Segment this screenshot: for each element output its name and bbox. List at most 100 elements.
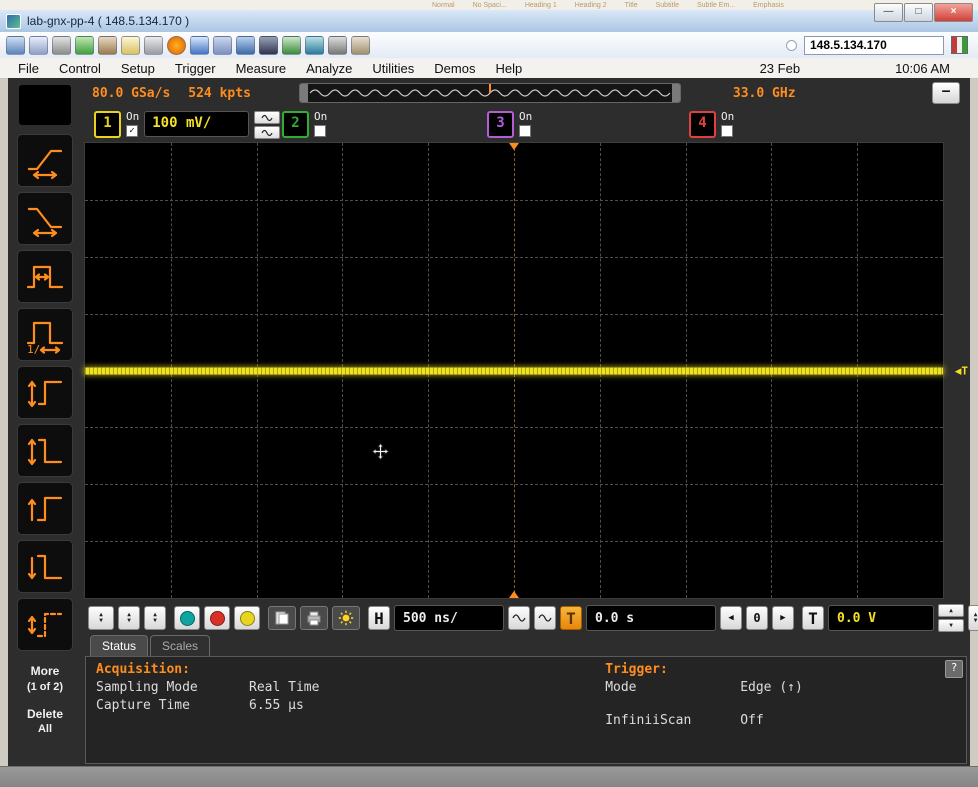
display-icon[interactable] [6, 35, 25, 55]
vertical-position-spinner-2[interactable]: ▲ ▼ [144, 606, 166, 630]
waveform-tool-button-4[interactable]: 1/ [17, 308, 73, 361]
channel-3-on-checkbox[interactable] [519, 125, 531, 138]
word-style-item[interactable]: No Spaci... [473, 2, 507, 9]
ip-address-input[interactable] [804, 35, 944, 55]
printer-icon[interactable] [144, 35, 163, 55]
help-button[interactable]: ? [945, 660, 963, 678]
rise-step-tool-icon [27, 380, 63, 407]
waveform-tool-button-3[interactable] [17, 250, 73, 303]
image-icon[interactable] [351, 35, 370, 55]
trigger-setup-button[interactable]: T [802, 606, 824, 630]
channel-4-on-checkbox[interactable] [721, 125, 733, 138]
delete-all-button[interactable]: Delete All [27, 707, 63, 737]
menu-help[interactable]: Help [485, 61, 532, 76]
brightness-button[interactable] [332, 606, 360, 630]
waveform-zoom-button-1[interactable] [508, 606, 530, 630]
trigger-level-marker[interactable]: ◀T [955, 364, 968, 377]
marker-color-button-yellow[interactable] [234, 606, 260, 630]
word-style-item[interactable]: Normal [432, 2, 455, 9]
waveform-zoom-button-2[interactable] [534, 606, 556, 630]
menu-control[interactable]: Control [49, 61, 111, 76]
scale-down-button[interactable] [254, 126, 281, 139]
marker-color-button-cyan[interactable] [174, 606, 200, 630]
trigger-level-display[interactable]: 0.0 V [828, 605, 934, 631]
word-style-item[interactable]: Emphasis [753, 2, 784, 9]
channel-1-on-checkbox[interactable]: ✓ [126, 125, 138, 138]
channel-1-button[interactable]: 1 [94, 111, 121, 138]
close-button[interactable]: × [934, 3, 973, 22]
save-icon[interactable] [259, 35, 278, 55]
channel-4-button[interactable]: 4 [689, 111, 716, 138]
horizontal-position-display[interactable]: 0.0 s [586, 605, 716, 631]
file-button[interactable] [268, 606, 296, 630]
preview-left-cap[interactable] [299, 84, 308, 102]
waveform-tool-button-2[interactable] [17, 192, 73, 245]
window-titlebar[interactable]: lab-gnx-pp-4 ( 148.5.134.170 ) [0, 10, 978, 33]
scroll-left-button[interactable]: ◀ [720, 606, 742, 630]
fine-adjust-button[interactable]: ▲ ▼ [968, 605, 978, 631]
trigger-level-down-button[interactable]: ▼ [938, 619, 964, 632]
menu-demos[interactable]: Demos [424, 61, 485, 76]
channel-2-button[interactable]: 2 [282, 111, 309, 138]
word-style-item[interactable]: Subtitle [656, 2, 679, 9]
chart-icon[interactable] [190, 35, 209, 55]
layout-icon[interactable] [29, 35, 48, 55]
red-circle-icon [209, 610, 225, 626]
time-reference-button[interactable]: T [560, 606, 582, 630]
menu-setup[interactable]: Setup [111, 61, 165, 76]
monitor-icon[interactable] [236, 35, 255, 55]
word-style-item[interactable]: Heading 1 [525, 2, 557, 9]
trigger-level-up-button[interactable]: ▲ [938, 604, 964, 617]
channel-1-scale-display[interactable]: 100 mV/ [144, 111, 250, 137]
preview-right-cap[interactable] [671, 84, 680, 102]
minimize-graticule-button[interactable]: — [932, 82, 960, 104]
refresh-icon[interactable] [75, 35, 94, 55]
flag-icon[interactable] [305, 35, 324, 55]
rising-edge-tool-icon [27, 496, 63, 521]
marker-color-button-red[interactable] [204, 606, 230, 630]
channel-2-on-checkbox[interactable] [314, 125, 326, 138]
menu-measure[interactable]: Measure [226, 61, 297, 76]
channel-3-on-label: On [519, 110, 533, 123]
scroll-right-button[interactable]: ▶ [772, 606, 794, 630]
minimize-button[interactable]: — [874, 3, 903, 22]
maximize-button[interactable]: □ [904, 3, 933, 22]
graticule[interactable] [84, 142, 944, 599]
vertical-expand-button[interactable]: ▲ ▼ [88, 606, 114, 630]
camera-icon[interactable] [328, 35, 347, 55]
tab-status[interactable]: Status [90, 635, 149, 656]
grid-icon[interactable] [213, 35, 232, 55]
more-tools-button[interactable]: More (1 of 2) [27, 664, 63, 694]
channel-3-button[interactable]: 3 [487, 111, 514, 138]
waveform-tool-button-1[interactable] [17, 134, 73, 187]
print-button[interactable] [300, 606, 328, 630]
menu-analyze[interactable]: Analyze [296, 61, 362, 76]
warning-icon[interactable] [167, 35, 186, 55]
tools-icon[interactable] [98, 35, 117, 55]
mail-icon[interactable] [121, 35, 140, 55]
infiniiscan-row: InfiniiScan Off [605, 713, 803, 728]
timebase-display[interactable]: 500 ns/ [394, 605, 504, 631]
waveform-tool-button-5[interactable] [17, 366, 73, 419]
word-style-item[interactable]: Heading 2 [575, 2, 607, 9]
menu-trigger[interactable]: Trigger [165, 61, 226, 76]
zero-position-button[interactable]: 0 [746, 606, 768, 630]
memory-depth-label: 524 kpts [188, 85, 251, 101]
waveform-tool-button-7[interactable] [17, 482, 73, 535]
horizontal-preview-bar[interactable] [298, 83, 681, 103]
menu-file[interactable]: File [8, 61, 49, 76]
cut-icon[interactable] [52, 35, 71, 55]
horizontal-scale-button[interactable]: H [368, 606, 390, 630]
waveform-tool-button-9[interactable] [17, 598, 73, 651]
export-icon[interactable] [282, 35, 301, 55]
word-style-item[interactable]: Title [625, 2, 638, 9]
menu-utilities[interactable]: Utilities [362, 61, 424, 76]
tab-scales[interactable]: Scales [150, 635, 211, 656]
channel-colors-icon[interactable] [951, 36, 968, 54]
infiniiscan-key: InfiniiScan [605, 713, 692, 728]
scale-up-button[interactable] [254, 111, 281, 124]
waveform-tool-button-8[interactable] [17, 540, 73, 593]
word-style-item[interactable]: Subtle Em... [697, 2, 735, 9]
vertical-position-spinner-1[interactable]: ▲ ▼ [118, 606, 140, 630]
waveform-tool-button-6[interactable] [17, 424, 73, 477]
